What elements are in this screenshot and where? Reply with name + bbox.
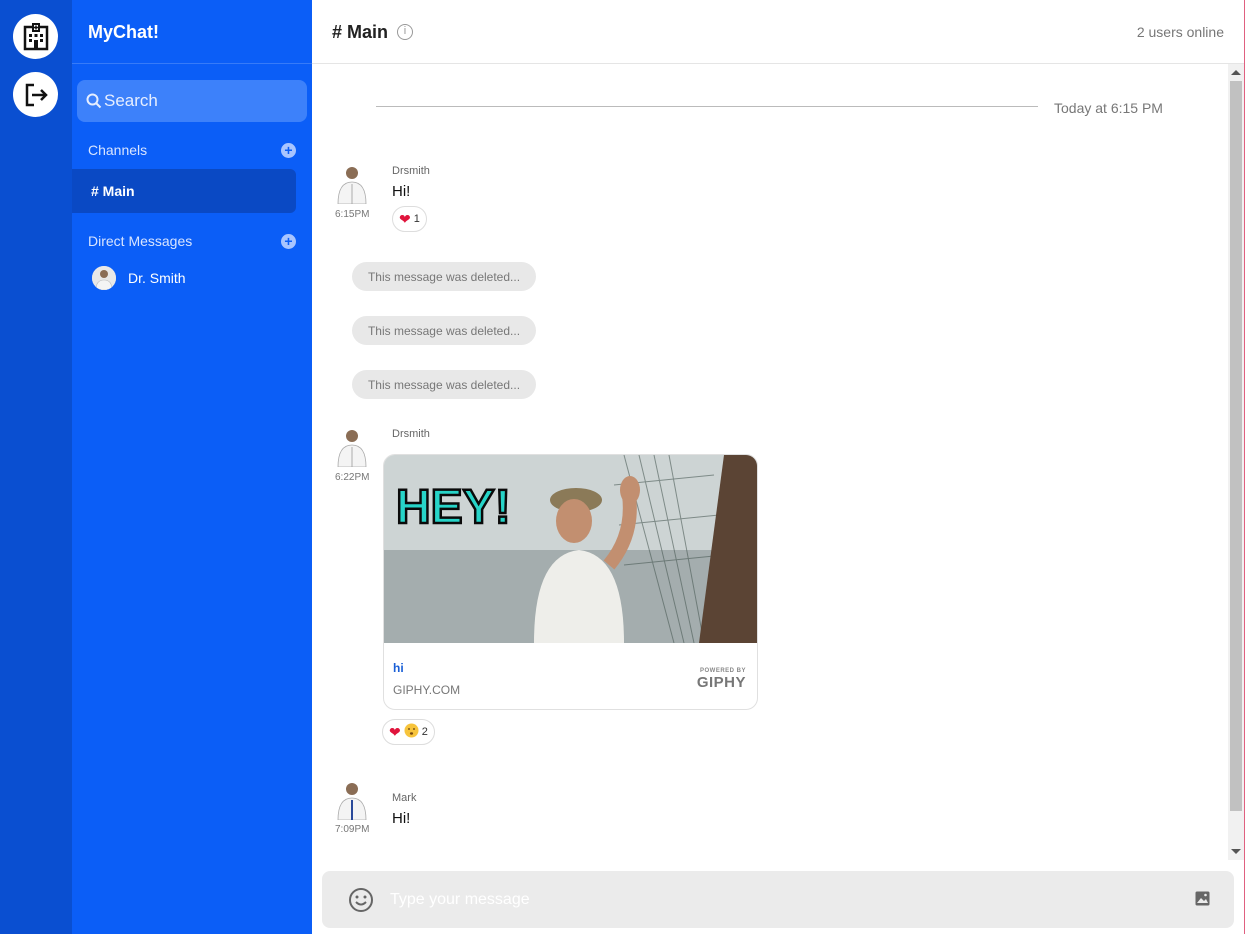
search-input[interactable]: Search [77,80,307,122]
logout-icon [25,83,48,106]
channels-label: Channels [88,142,148,158]
logout-button[interactable] [13,72,58,117]
message-time: 7:09PM [335,824,370,835]
deleted-message: This message was deleted... [352,316,536,345]
hushed-face-icon [404,723,419,741]
channel-item-main[interactable]: # Main [72,169,296,213]
image-upload-icon[interactable] [1195,891,1210,911]
scroll-thumb[interactable] [1230,81,1242,811]
online-count: 2 users online [1136,24,1224,40]
giphy-image: HEY! [384,455,757,643]
dm-label: Dr. Smith [128,270,186,286]
scroll-up-arrow[interactable] [1231,70,1241,75]
avatar[interactable] [335,164,369,205]
direct-messages-label: Direct Messages [88,233,193,249]
avatar[interactable] [335,427,369,468]
message-text: Hi! [392,183,411,200]
message-author: Drsmith [392,165,430,177]
app-brand: MyChat! [88,22,159,42]
deleted-message: This message was deleted... [352,370,536,399]
organization-button[interactable] [13,14,58,59]
heart-icon: ❤ [389,723,401,740]
channels-header: Channels + [88,142,296,158]
reaction-chip[interactable]: ❤ 1 [392,206,427,232]
add-channel-icon[interactable]: + [281,142,296,158]
channel-title: # Main [332,22,389,42]
search-icon [86,93,102,109]
scroll-down-arrow[interactable] [1231,849,1241,854]
message-input[interactable] [390,881,1170,919]
avatar[interactable] [335,780,369,821]
avatar [92,266,116,290]
sidebar: MyChat! Search Channels + # Main Direct … [72,0,312,934]
reaction-count: 1 [413,213,420,225]
message-text: Hi! [392,810,411,827]
add-dm-icon[interactable]: + [281,233,296,249]
message-time: 6:22PM [335,472,370,483]
deleted-message: This message was deleted... [352,262,536,291]
message-author: Drsmith [392,428,430,440]
message-scrollbar[interactable] [1228,64,1244,860]
message-time: 6:15PM [335,209,370,220]
reaction-chip[interactable]: ❤ 2 [382,719,435,745]
emoji-icon[interactable] [348,887,374,918]
giphy-title-link[interactable]: hi [393,661,404,675]
message-composer [322,871,1234,928]
hospital-building-icon [23,22,48,50]
search-placeholder: Search [104,91,158,110]
sidebar-divider [72,63,312,64]
heart-icon: ❤ [399,210,411,227]
dm-item-dr-smith[interactable]: Dr. Smith [92,266,186,290]
giphy-logo: POWERED BY GIPHY [697,668,746,691]
reaction-count: 2 [421,726,428,738]
giphy-attachment[interactable]: HEY! hi GIPHY.COM POWERED BY GIPHY [383,454,758,710]
date-divider [376,106,1038,107]
giphy-domain: GIPHY.COM [393,683,461,697]
direct-messages-header: Direct Messages + [88,233,296,249]
message-list[interactable]: Today at 6:15 PM 6:15PM Drsmith Hi! ❤ 1 … [312,64,1228,860]
message-author: Mark [392,792,417,804]
app-rail [0,0,72,934]
info-icon[interactable]: i [397,24,413,40]
date-label: Today at 6:15 PM [1054,100,1163,116]
giphy-overlay-text: HEY! [396,481,511,534]
giphy-logo-text: GIPHY [696,674,746,691]
chat-header: # Main i 2 users online [312,0,1245,64]
